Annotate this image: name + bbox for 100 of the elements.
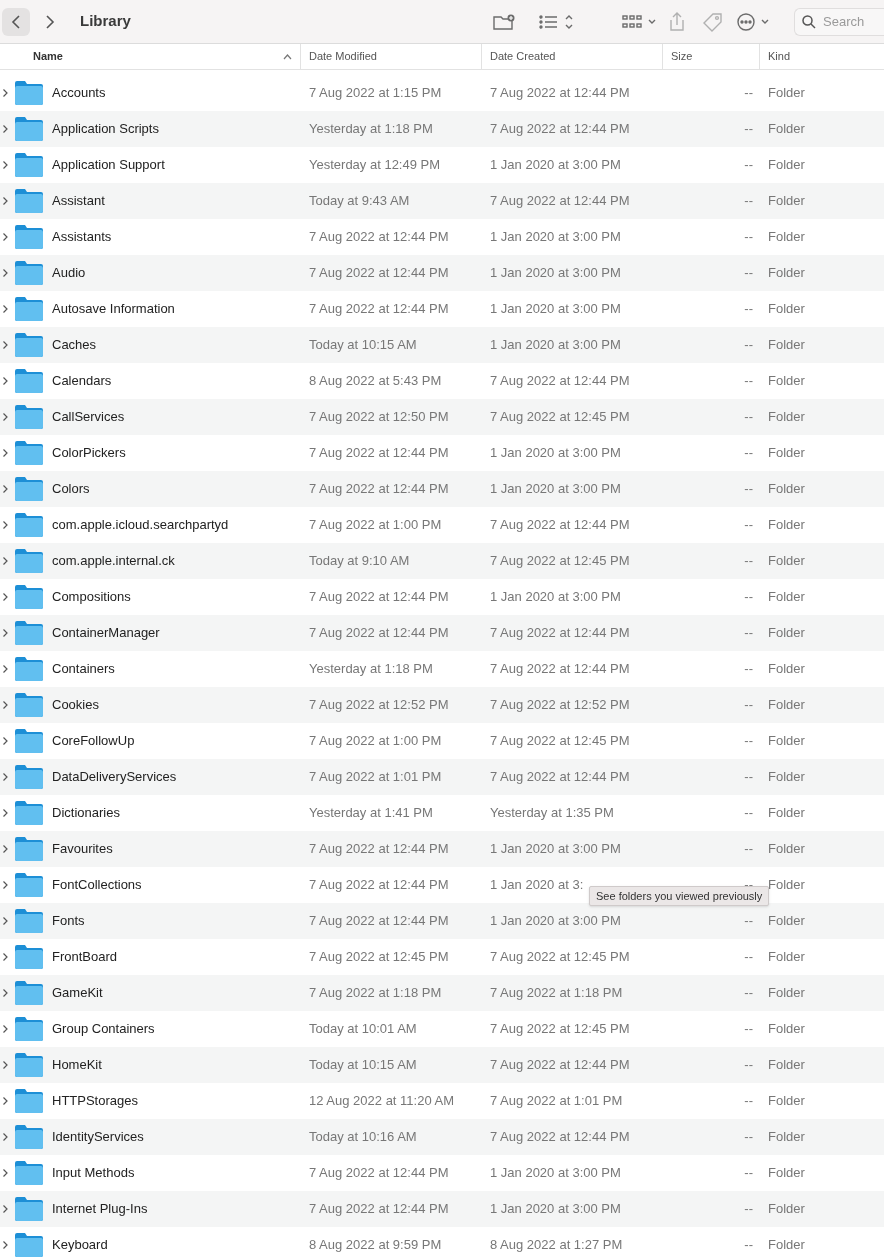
disclosure-icon[interactable] <box>2 448 9 458</box>
file-row[interactable]: HomeKit Today at 10:15 AM 7 Aug 2022 at 12:44 PM -- Folder <box>0 1047 884 1083</box>
file-name: Caches <box>52 336 97 355</box>
file-kind: Folder <box>768 336 805 355</box>
disclosure-icon[interactable] <box>2 232 9 242</box>
file-kind: Folder <box>768 192 805 211</box>
folder-icon <box>14 332 44 358</box>
chevron-right-icon <box>45 13 55 30</box>
column-header[interactable]: Name <box>0 44 301 69</box>
date-created: 1 Jan 2020 at 3:00 PM <box>490 336 621 355</box>
file-row[interactable]: Internet Plug-Ins 7 Aug 2022 at 12:44 PM 1 Jan 2020 at 3:00 PM -- Folder <box>0 1191 884 1227</box>
folder-icon <box>14 296 44 322</box>
disclosure-icon[interactable] <box>2 592 9 602</box>
disclosure-icon[interactable] <box>2 196 9 206</box>
file-size: -- <box>744 336 753 355</box>
disclosure-icon[interactable] <box>2 1024 9 1034</box>
column-header[interactable]: Kind <box>760 44 876 69</box>
file-kind: Folder <box>768 1056 805 1075</box>
date-modified: 7 Aug 2022 at 12:44 PM <box>309 912 449 931</box>
file-name: Application Scripts <box>52 120 159 139</box>
file-row[interactable]: Colors 7 Aug 2022 at 12:44 PM 1 Jan 2020 at 3:00 PM -- Folder <box>0 471 884 507</box>
date-created: 7 Aug 2022 at 12:45 PM <box>490 408 630 427</box>
date-created: 7 Aug 2022 at 12:44 PM <box>490 84 630 103</box>
disclosure-icon[interactable] <box>2 808 9 818</box>
disclosure-icon[interactable] <box>2 844 9 854</box>
file-kind: Folder <box>768 84 805 103</box>
disclosure-icon[interactable] <box>2 304 9 314</box>
file-kind: Folder <box>768 1200 805 1219</box>
date-created: 1 Jan 2020 at 3:00 PM <box>490 300 621 319</box>
disclosure-icon[interactable] <box>2 772 9 782</box>
date-modified: 8 Aug 2022 at 5:43 PM <box>309 372 442 391</box>
file-row[interactable]: Favourites 7 Aug 2022 at 12:44 PM 1 Jan 2020 at 3:00 PM -- Folder <box>0 831 884 867</box>
file-row[interactable]: GameKit 7 Aug 2022 at 1:18 PM 7 Aug 2022 at 1:18 PM -- Folder <box>0 975 884 1011</box>
file-kind: Folder <box>768 804 805 823</box>
disclosure-icon[interactable] <box>2 376 9 386</box>
disclosure-icon[interactable] <box>2 1204 9 1214</box>
disclosure-icon[interactable] <box>2 340 9 350</box>
disclosure-icon[interactable] <box>2 88 9 98</box>
disclosure-icon[interactable] <box>2 628 9 638</box>
folder-icon <box>14 188 44 214</box>
column-header[interactable]: Date Modified <box>301 44 482 69</box>
date-created: 7 Aug 2022 at 1:18 PM <box>490 984 623 1003</box>
file-size: -- <box>744 120 753 139</box>
file-row[interactable]: CallServices 7 Aug 2022 at 12:50 PM 7 Aug 2022 at 12:45 PM -- Folder <box>0 399 884 435</box>
file-row[interactable]: Cookies 7 Aug 2022 at 12:52 PM 7 Aug 2022 at 12:52 PM -- Folder <box>0 687 884 723</box>
column-header[interactable]: Date Created <box>482 44 663 69</box>
disclosure-icon[interactable] <box>2 268 9 278</box>
file-kind: Folder <box>768 624 805 643</box>
date-created: 1 Jan 2020 at 3:00 PM <box>490 264 621 283</box>
disclosure-icon[interactable] <box>2 484 9 494</box>
folder-icon <box>14 944 44 970</box>
file-size: -- <box>744 1164 753 1183</box>
disclosure-icon[interactable] <box>2 880 9 890</box>
file-name: GameKit <box>52 984 103 1003</box>
disclosure-icon[interactable] <box>2 520 9 530</box>
file-kind: Folder <box>768 480 805 499</box>
search-field[interactable]: Search <box>794 7 884 36</box>
file-name: FrontBoard <box>52 948 118 967</box>
date-modified: Today at 9:10 AM <box>309 552 410 571</box>
date-modified: 7 Aug 2022 at 12:50 PM <box>309 408 449 427</box>
file-size: -- <box>744 768 753 787</box>
file-name: Fonts <box>52 912 85 931</box>
date-modified: Yesterday at 1:18 PM <box>309 660 433 679</box>
disclosure-icon[interactable] <box>2 1060 9 1070</box>
file-row[interactable]: ContainerManager 7 Aug 2022 at 12:44 PM 7 Aug 2022 at 12:44 PM -- Folder <box>0 615 884 651</box>
file-row[interactable]: IdentityServices Today at 10:16 AM 7 Aug 2022 at 12:44 PM -- Folder <box>0 1119 884 1155</box>
file-row[interactable]: Caches Today at 10:15 AM 1 Jan 2020 at 3:00 PM -- Folder <box>0 327 884 363</box>
file-size: -- <box>744 84 753 103</box>
file-row[interactable]: com.apple.internal.ck Today at 9:10 AM 7 Aug 2022 at 12:45 PM -- Folder <box>0 543 884 579</box>
disclosure-icon[interactable] <box>2 700 9 710</box>
disclosure-icon[interactable] <box>2 556 9 566</box>
file-size: -- <box>744 156 753 175</box>
disclosure-icon[interactable] <box>2 412 9 422</box>
disclosure-icon[interactable] <box>2 1240 9 1250</box>
disclosure-icon[interactable] <box>2 1168 9 1178</box>
file-row[interactable]: Application Scripts Yesterday at 1:18 PM 7 Aug 2022 at 12:44 PM -- Folder <box>0 111 884 147</box>
column-header[interactable]: Size <box>663 44 760 69</box>
file-kind: Folder <box>768 1164 805 1183</box>
file-size: -- <box>744 588 753 607</box>
folder-icon <box>14 440 44 466</box>
disclosure-icon[interactable] <box>2 1096 9 1106</box>
folder-icon <box>14 1160 44 1186</box>
disclosure-icon[interactable] <box>2 1132 9 1142</box>
date-created: 7 Aug 2022 at 12:45 PM <box>490 732 630 751</box>
disclosure-icon[interactable] <box>2 160 9 170</box>
date-created: 1 Jan 2020 at 3:00 PM <box>490 840 621 859</box>
file-row[interactable]: DataDeliveryServices 7 Aug 2022 at 1:01 PM 7 Aug 2022 at 12:44 PM -- Folder <box>0 759 884 795</box>
disclosure-icon[interactable] <box>2 124 9 134</box>
file-row[interactable]: Audio 7 Aug 2022 at 12:44 PM 1 Jan 2020 at 3:00 PM -- Folder <box>0 255 884 291</box>
disclosure-icon[interactable] <box>2 916 9 926</box>
file-row[interactable]: Assistant Today at 9:43 AM 7 Aug 2022 at 12:44 PM -- Folder <box>0 183 884 219</box>
disclosure-icon[interactable] <box>2 988 9 998</box>
file-row[interactable]: Fonts 7 Aug 2022 at 12:44 PM 1 Jan 2020 at 3:00 PM -- Folder <box>0 903 884 939</box>
disclosure-icon[interactable] <box>2 664 9 674</box>
date-modified: 7 Aug 2022 at 12:52 PM <box>309 696 449 715</box>
file-name: Favourites <box>52 840 113 859</box>
folder-icon <box>14 584 44 610</box>
back-button[interactable] <box>2 7 30 36</box>
disclosure-icon[interactable] <box>2 736 9 746</box>
disclosure-icon[interactable] <box>2 952 9 962</box>
